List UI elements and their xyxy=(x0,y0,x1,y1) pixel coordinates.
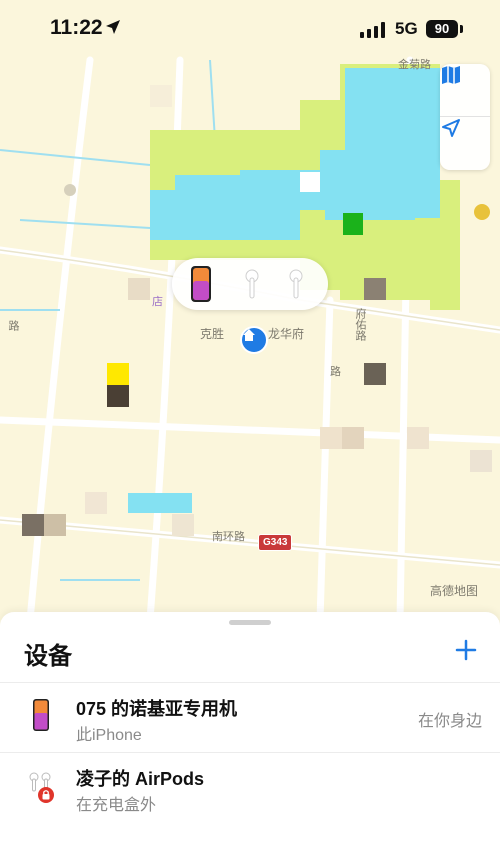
devices-title: 设备 xyxy=(24,643,72,670)
network-type: 5G xyxy=(395,19,418,38)
map-view[interactable]: 金菊路 店 克胜 龙华府 府佑路 路 路 南环路 G343 高德地图 xyxy=(0,0,500,620)
device-row-airpods[interactable]: 凌子的 AirPods 在充电盒外 xyxy=(0,752,500,823)
airpods-icon xyxy=(29,772,54,803)
airpod-right-icon xyxy=(289,269,303,299)
devices-sheet: 设备 075 的诺基亚专用机 此iPhone 在你身边 凌子的 AirPods … xyxy=(0,612,500,854)
home-icon xyxy=(243,329,255,341)
map-icon xyxy=(442,66,460,84)
map-label-poi: 克胜 xyxy=(200,327,225,341)
location-arrow-icon xyxy=(442,119,460,137)
home-location-pin[interactable] xyxy=(240,326,268,354)
map-label-shop: 店 xyxy=(152,296,163,308)
iphone-icon xyxy=(33,699,49,731)
airpod-left-icon xyxy=(245,269,259,299)
device-row-iphone[interactable]: 075 的诺基亚专用机 此iPhone 在你身边 xyxy=(0,682,500,753)
device-location-pill[interactable] xyxy=(172,258,328,310)
map-attribution: 高德地图 xyxy=(430,584,479,598)
status-bar: 11:22 5G 90 xyxy=(0,0,500,60)
map-canvas xyxy=(0,56,500,620)
device-name: 075 的诺基亚专用机 xyxy=(76,699,238,719)
map-label-road-left: 路 xyxy=(7,320,19,331)
device-name: 凌子的 AirPods xyxy=(76,769,205,789)
sheet-grabber[interactable] xyxy=(229,620,271,625)
locate-me-button[interactable] xyxy=(440,117,490,169)
add-device-button[interactable] xyxy=(450,634,482,666)
cellular-signal-icon xyxy=(360,22,385,38)
battery-level: 90 xyxy=(426,20,458,38)
map-label-road-small: 路 xyxy=(330,366,341,378)
location-services-icon xyxy=(106,20,120,34)
map-mode-button[interactable] xyxy=(440,64,490,117)
map-label-road-right: 府佑路 xyxy=(354,308,366,341)
map-controls xyxy=(440,64,490,170)
battery-cap xyxy=(460,25,463,33)
status-time: 11:22 xyxy=(50,16,103,39)
map-label-road-south: 南环路 xyxy=(212,531,245,543)
device-status: 在你身边 xyxy=(417,713,482,730)
iphone-icon xyxy=(191,266,211,302)
device-subtitle: 此iPhone xyxy=(76,727,142,744)
device-subtitle: 在充电盒外 xyxy=(76,797,157,814)
plus-icon xyxy=(455,639,477,661)
map-label-poi-2: 龙华府 xyxy=(268,327,305,341)
highway-badge: G343 xyxy=(258,534,293,551)
